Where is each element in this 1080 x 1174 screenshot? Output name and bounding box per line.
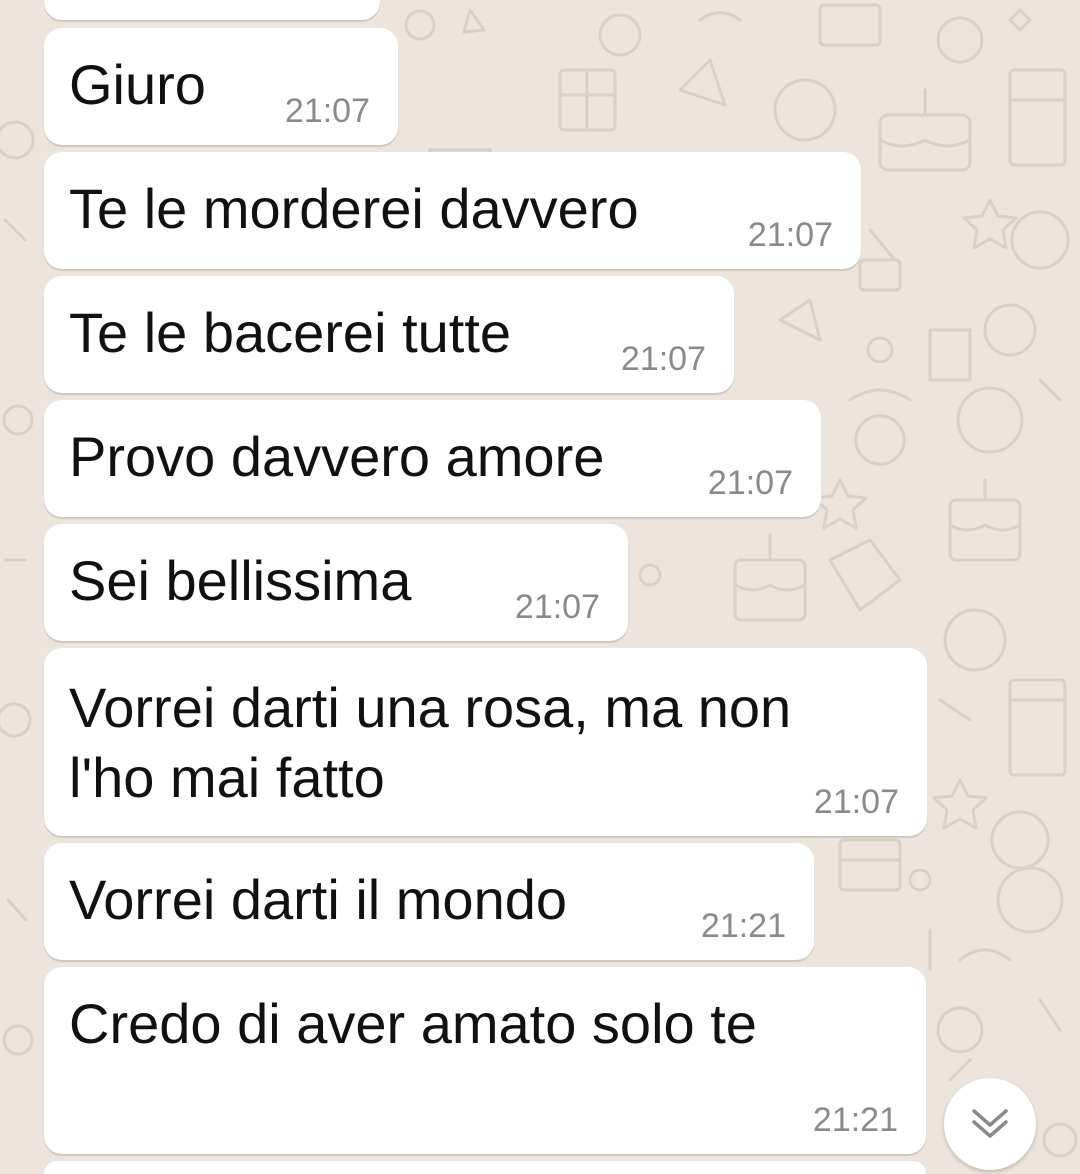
- message-bubble[interactable]: Vorrei darti il mondo 21:21: [44, 843, 814, 960]
- double-chevron-down-icon: [972, 1109, 1008, 1138]
- message-time: 21:07: [707, 464, 793, 502]
- message-bubble[interactable]: Te le morderei davvero 21:07: [44, 152, 861, 269]
- chat-message-list[interactable]: Giuro 21:07 Te le morderei davvero 21:07…: [0, 0, 1080, 1174]
- message-time: 21:07: [620, 340, 706, 378]
- message-time: 21:21: [812, 1101, 898, 1139]
- message-text: Te le bacerei tutte: [69, 301, 512, 364]
- message-time: 21:21: [700, 907, 786, 945]
- message-text: Te le morderei davvero: [69, 177, 639, 240]
- message-time: 21:07: [284, 92, 370, 130]
- message-text: Provo davvero amore: [69, 425, 605, 488]
- message-time: 21:07: [813, 783, 899, 821]
- message-bubble[interactable]: Provo davvero amore 21:07: [44, 400, 821, 517]
- message-text: Giuro: [69, 53, 206, 116]
- message-text-line: Vorrei darti una rosa, ma non: [69, 676, 792, 739]
- message-bubble[interactable]: Giuro 21:07: [44, 28, 398, 145]
- message-text: Vorrei darti il mondo: [69, 868, 568, 931]
- message-time: 21:07: [514, 588, 600, 626]
- message-text: Credo di aver amato solo te: [69, 992, 757, 1055]
- scroll-to-bottom-button[interactable]: [944, 1078, 1036, 1170]
- message-bubble[interactable]: [44, 1161, 926, 1174]
- message-bubble[interactable]: Te le bacerei tutte 21:07: [44, 276, 734, 393]
- message-text: Sei bellissima: [69, 549, 412, 612]
- message-text-line: l'ho mai fatto: [69, 746, 385, 809]
- message-bubble[interactable]: Credo di aver amato solo te 21:21: [44, 967, 926, 1154]
- message-time: 21:07: [747, 216, 833, 254]
- message-bubble[interactable]: Vorrei darti una rosa, ma non l'ho mai f…: [44, 648, 927, 836]
- message-bubble[interactable]: Sei bellissima 21:07: [44, 524, 628, 641]
- message-bubble[interactable]: [44, 0, 380, 20]
